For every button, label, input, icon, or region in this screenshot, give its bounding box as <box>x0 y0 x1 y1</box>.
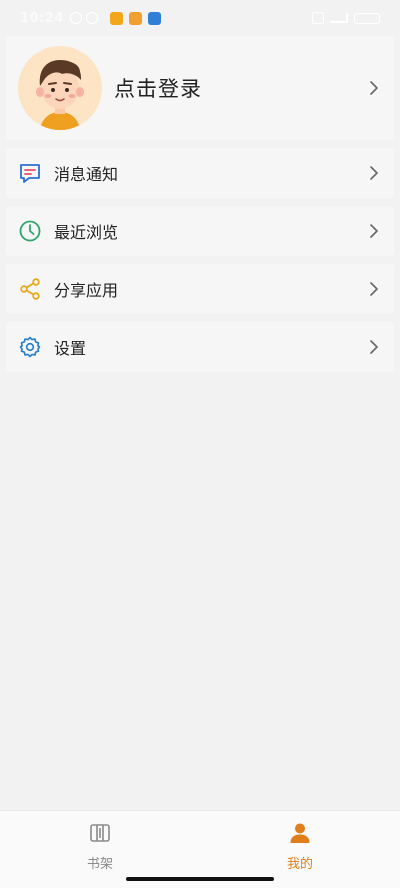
menu-item-label: 分享应用 <box>54 281 119 300</box>
avatar-illustration <box>36 60 84 130</box>
avatar[interactable] <box>18 46 102 130</box>
profile-card[interactable]: 点击登录 <box>6 36 394 140</box>
notification-app-icons <box>109 11 161 25</box>
chevron-right-icon <box>366 223 382 239</box>
notes-app-icon <box>128 11 142 25</box>
clock-icon <box>18 219 42 243</box>
chevron-right-icon <box>366 339 382 355</box>
share-icon <box>18 277 42 301</box>
tab-label: 我的 <box>286 857 313 872</box>
menu-item-messages[interactable]: 消息通知 <box>6 148 394 198</box>
signal-icon <box>330 13 348 23</box>
status-time: 10:24 <box>20 10 64 26</box>
battery-icon <box>354 12 380 24</box>
chevron-right-icon <box>366 80 382 96</box>
chevron-right-icon <box>366 165 382 181</box>
status-right <box>312 12 380 24</box>
menu-item-label: 设置 <box>54 339 87 358</box>
menu-item-settings[interactable]: 设置 <box>6 322 394 372</box>
tab-label: 书架 <box>86 857 113 872</box>
system-icons <box>69 12 98 24</box>
message-icon <box>18 161 42 185</box>
menu-item-share[interactable]: 分享应用 <box>6 264 394 314</box>
menu-item-recent[interactable]: 最近浏览 <box>6 206 394 256</box>
alarm-icon <box>69 12 82 24</box>
sync-icon <box>85 12 98 24</box>
menu-item-label: 最近浏览 <box>54 223 119 242</box>
translate-app-icon <box>147 11 161 25</box>
status-bar: 10:24 <box>0 0 400 36</box>
bookshelf-icon <box>88 821 112 849</box>
menu-item-label: 消息通知 <box>54 165 119 184</box>
chevron-right-icon <box>366 281 382 297</box>
close-icon <box>312 12 324 24</box>
gear-icon <box>18 335 42 359</box>
login-label[interactable]: 点击登录 <box>114 73 202 103</box>
person-icon <box>288 821 312 849</box>
weibo-app-icon <box>109 11 123 25</box>
home-indicator[interactable] <box>126 877 274 881</box>
